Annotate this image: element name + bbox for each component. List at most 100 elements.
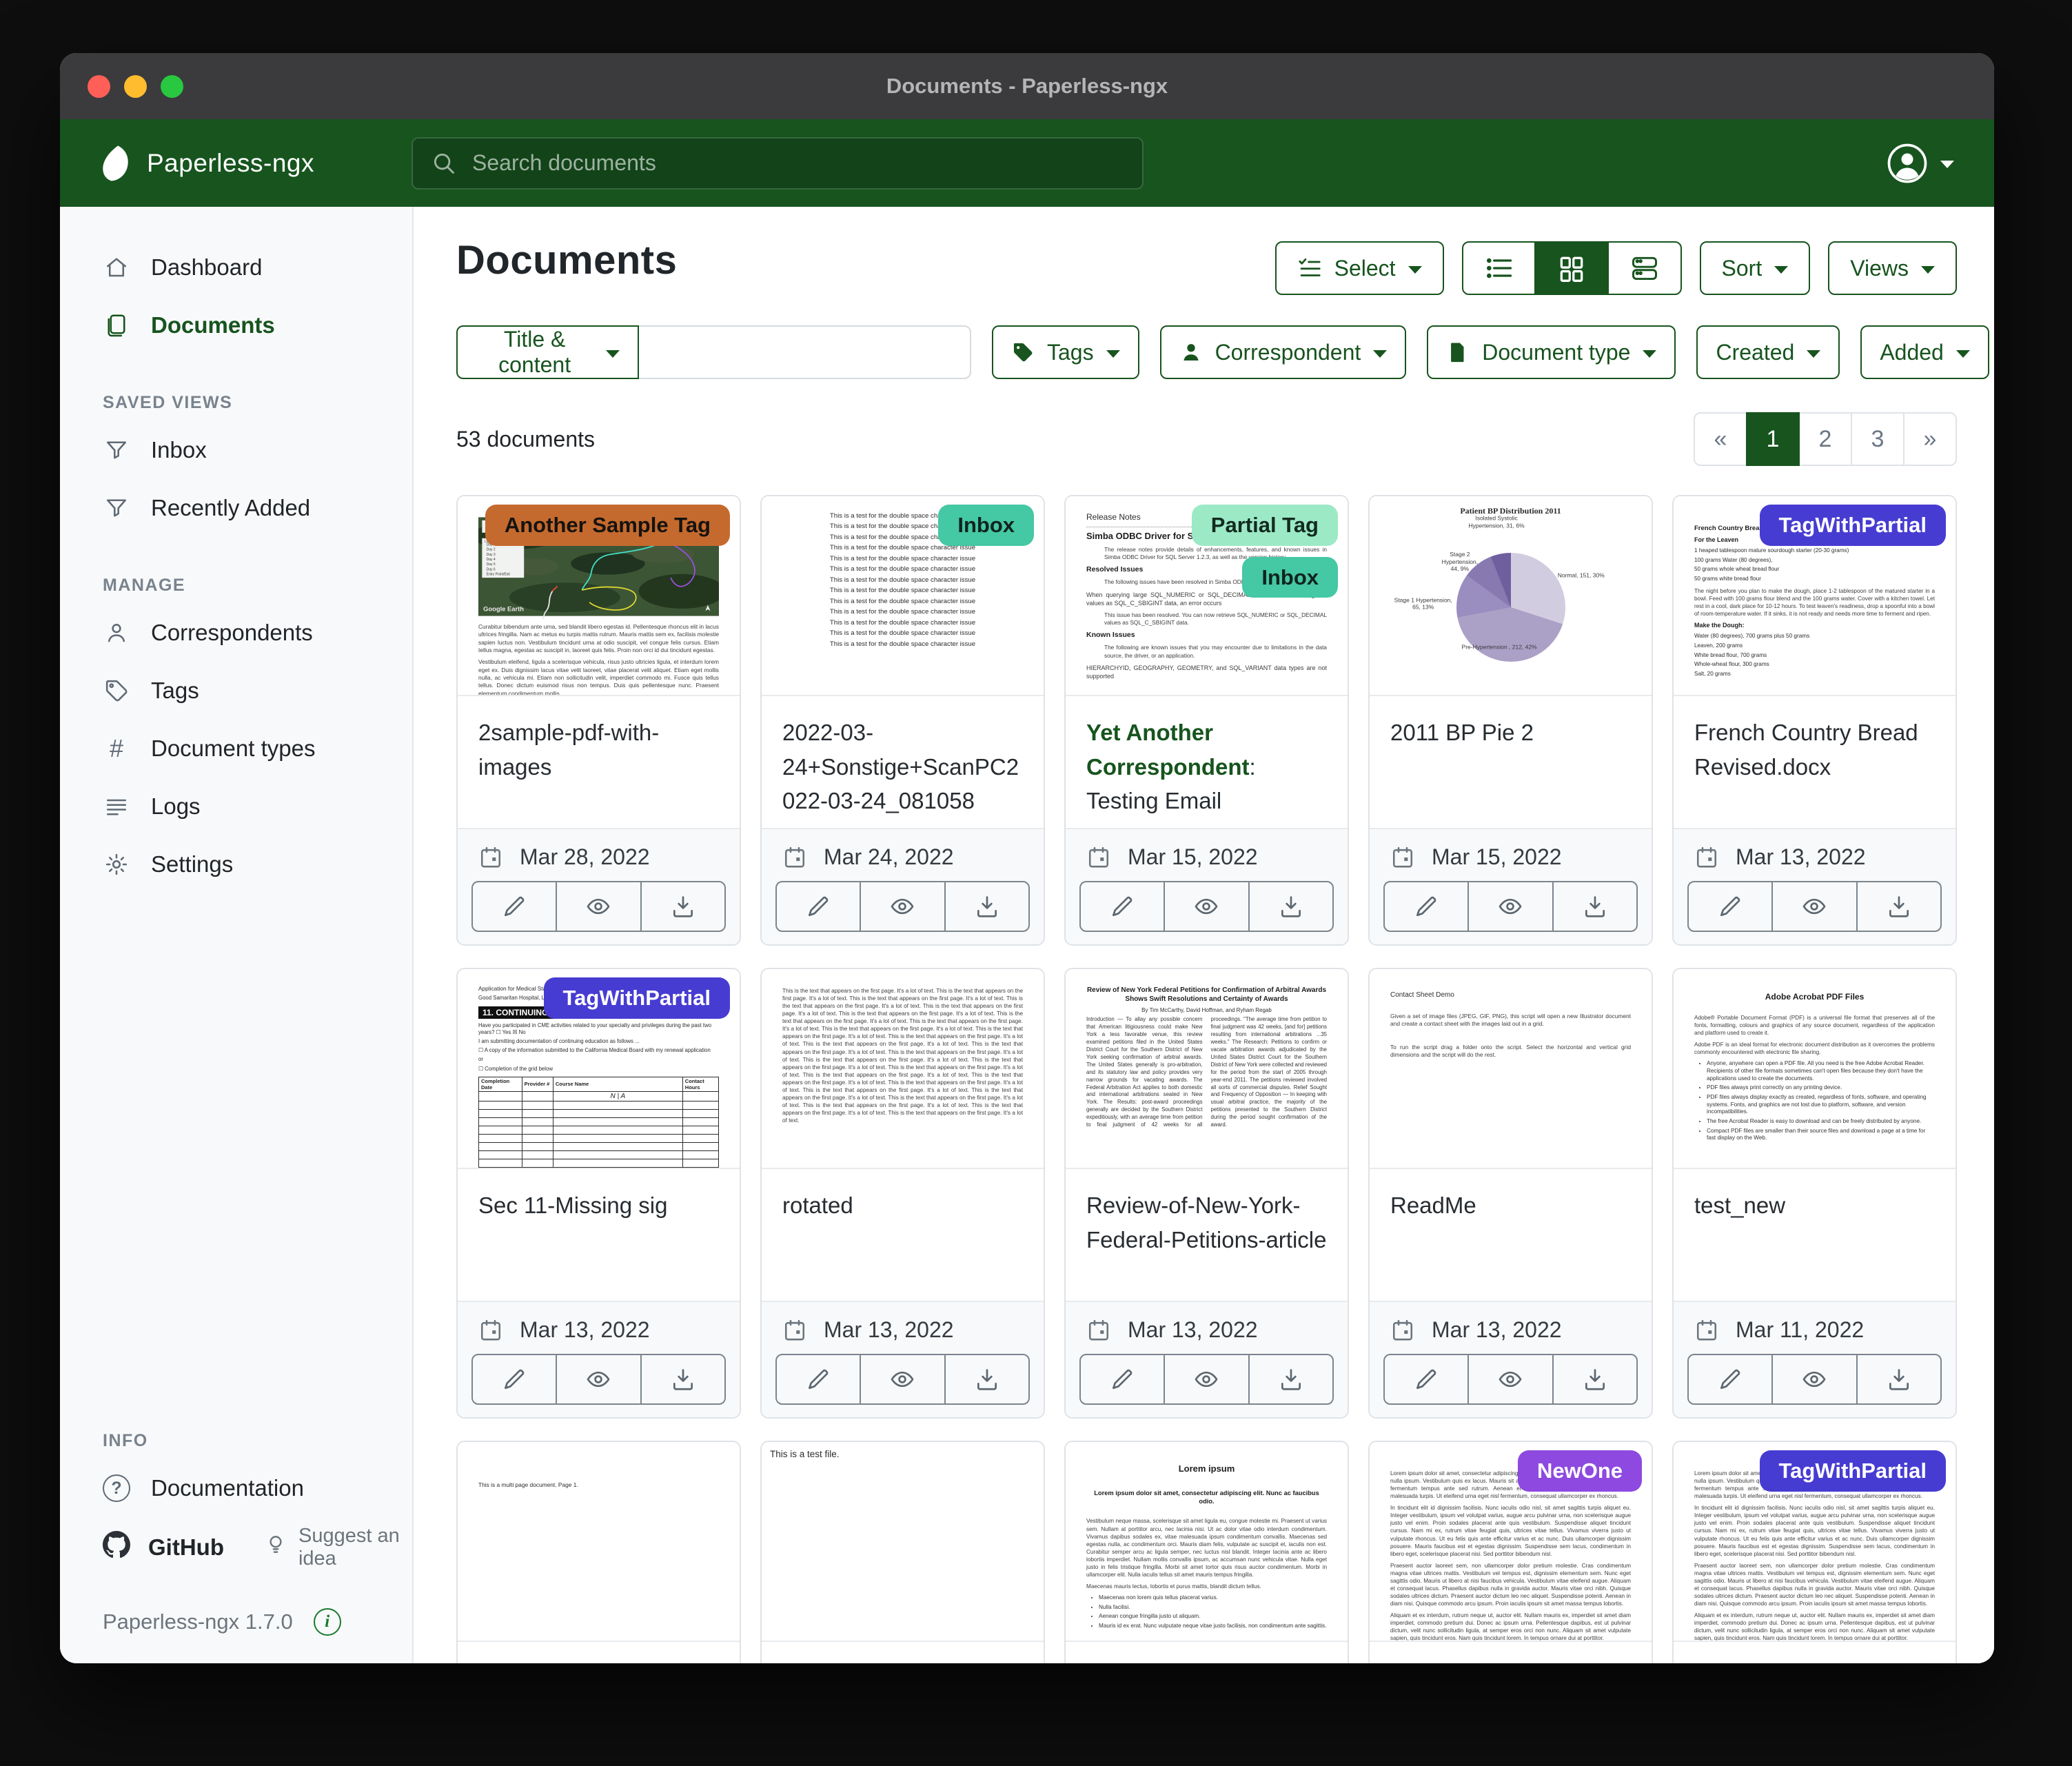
tags-filter-button[interactable]: Tags <box>992 325 1139 379</box>
view-document-button[interactable] <box>1771 1354 1857 1405</box>
download-document-button[interactable] <box>1856 1354 1942 1405</box>
tag-badge-inbox[interactable]: Inbox <box>938 505 1034 546</box>
document-thumbnail[interactable]: Contact Sheet DemoGiven a set of image f… <box>1370 969 1652 1169</box>
correspondent-filter-button[interactable]: Correspondent <box>1160 325 1407 379</box>
edit-document-button[interactable] <box>775 1354 861 1405</box>
sidebar-item-correspondents[interactable]: Correspondents <box>60 604 412 662</box>
view-document-button[interactable] <box>1164 1354 1249 1405</box>
document-title[interactable]: 2022-03-24+Sonstige+ScanPC2022-03-24_081… <box>762 696 1044 827</box>
close-window-button[interactable] <box>88 75 110 98</box>
document-title[interactable]: simple txt file <box>762 1642 1044 1663</box>
document-thumbnail[interactable]: This is a multi page document. Page 1. <box>458 1442 740 1642</box>
sidebar-item-tags[interactable]: Tags <box>60 662 412 720</box>
edit-document-button[interactable] <box>775 881 861 932</box>
tag-badge-tagwithpartial[interactable]: TagWithPartial <box>1760 505 1946 546</box>
suggest-idea-link[interactable]: Suggest an idea <box>264 1525 412 1570</box>
document-title[interactable]: file-sample_150kBs <box>1066 1642 1348 1663</box>
edit-document-button[interactable] <box>1687 1354 1773 1405</box>
sidebar-item-recently-added[interactable]: Recently Added <box>60 479 412 537</box>
pagination-page-3[interactable]: 3 <box>1851 412 1905 466</box>
document-thumbnail[interactable]: Patient BP Distribution 2011 Normal, 151… <box>1370 496 1652 696</box>
views-button[interactable]: Views <box>1828 241 1957 295</box>
search-input[interactable] <box>471 150 1124 176</box>
view-mode-cards-button[interactable] <box>1607 241 1682 295</box>
document-title[interactable]: French Country Bread Revised.docx <box>1674 696 1956 827</box>
sidebar-item-dashboard[interactable]: Dashboard <box>60 238 412 296</box>
tag-badge-inbox[interactable]: Inbox <box>1242 557 1338 598</box>
tag-badge-partial-tag[interactable]: Partial Tag <box>1192 505 1338 546</box>
user-menu[interactable] <box>1887 143 1954 184</box>
info-icon[interactable]: i <box>314 1608 341 1636</box>
sidebar-item-github[interactable]: GitHub <box>60 1517 224 1578</box>
document-thumbnail[interactable]: This is the text that appears on the fir… <box>762 969 1044 1169</box>
search-field-selector-button[interactable]: Title & content <box>456 325 639 379</box>
edit-document-button[interactable] <box>1079 881 1165 932</box>
pagination-page-1[interactable]: 1 <box>1746 412 1800 466</box>
download-document-button[interactable] <box>1856 881 1942 932</box>
document-type-filter-button[interactable]: Document type <box>1427 325 1676 379</box>
document-title[interactable]: 2011 BP Pie 2 <box>1370 696 1652 827</box>
document-title[interactable]: Review-of-New-York-Federal-Petitions-art… <box>1066 1169 1348 1300</box>
download-document-button[interactable] <box>640 1354 726 1405</box>
download-document-button[interactable] <box>944 881 1030 932</box>
view-document-button[interactable] <box>1467 881 1553 932</box>
download-document-button[interactable] <box>1248 1354 1334 1405</box>
document-thumbnail[interactable]: Review of New York Federal Petitions for… <box>1066 969 1348 1169</box>
view-document-button[interactable] <box>860 881 945 932</box>
document-thumbnail[interactable]: French Country BreadFor the Leaven1 heap… <box>1674 496 1956 696</box>
download-document-button[interactable] <box>1552 881 1638 932</box>
document-thumbnail[interactable]: Adobe Acrobat PDF FilesAdobe® Portable D… <box>1674 969 1956 1169</box>
document-thumbnail[interactable]: Lorem ipsum dolor sit amet, consectetur … <box>1370 1442 1652 1642</box>
document-thumbnail[interactable]: Release NotesSimba ODBC Driver for SQL S… <box>1066 496 1348 696</box>
view-mode-grid-button[interactable] <box>1534 241 1609 295</box>
view-document-button[interactable] <box>556 1354 641 1405</box>
tag-badge-another-sample-tag[interactable]: Another Sample Tag <box>485 505 730 546</box>
document-title[interactable]: sample-pdf-download-10-mb-longer-title <box>1674 1642 1956 1663</box>
document-correspondent[interactable]: Yet Another Correspondent <box>1086 720 1250 780</box>
sidebar-item-logs[interactable]: Logs <box>60 778 412 835</box>
document-thumbnail[interactable]: Lorem ipsumLorem ipsum dolor sit amet, c… <box>1066 1442 1348 1642</box>
document-thumbnail[interactable]: This is a test for the double space char… <box>762 496 1044 696</box>
edit-document-button[interactable] <box>471 881 557 932</box>
minimize-window-button[interactable] <box>124 75 147 98</box>
download-document-button[interactable] <box>640 881 726 932</box>
created-filter-button[interactable]: Created <box>1696 325 1840 379</box>
download-document-button[interactable] <box>1552 1354 1638 1405</box>
document-thumbnail[interactable]: Application for Medical Staff Membership… <box>458 969 740 1169</box>
pagination-page-2[interactable]: 2 <box>1798 412 1852 466</box>
tag-badge-tagwithpartial[interactable]: TagWithPartial <box>544 977 730 1019</box>
edit-document-button[interactable] <box>1383 1354 1469 1405</box>
view-document-button[interactable] <box>860 1354 945 1405</box>
document-title[interactable]: multi-page-mixedxx <box>458 1642 740 1663</box>
app-brand[interactable]: Paperless-ngx <box>100 145 412 182</box>
tag-badge-tagwithpartial[interactable]: TagWithPartial <box>1760 1450 1946 1492</box>
edit-document-button[interactable] <box>1079 1354 1165 1405</box>
document-title[interactable]: Yet Another Correspondent: Testing Email <box>1066 696 1348 827</box>
sidebar-item-document-types[interactable]: # Document types <box>60 720 412 778</box>
tag-badge-newone[interactable]: NewOne <box>1518 1450 1642 1492</box>
document-title[interactable]: 2sample-pdf-with-images <box>458 696 740 827</box>
document-title[interactable]: ReadMe <box>1370 1169 1652 1300</box>
view-mode-list-button[interactable] <box>1462 241 1536 295</box>
sidebar-item-inbox[interactable]: Inbox <box>60 421 412 479</box>
title-content-filter-input[interactable] <box>639 325 971 379</box>
document-title[interactable]: Newest Correspondent: f_combinado <box>1370 1642 1652 1663</box>
download-document-button[interactable] <box>1248 881 1334 932</box>
pagination-next-button[interactable]: » <box>1903 412 1957 466</box>
document-title[interactable]: test_new <box>1674 1169 1956 1300</box>
view-document-button[interactable] <box>1164 881 1249 932</box>
edit-document-button[interactable] <box>471 1354 557 1405</box>
document-thumbnail[interactable]: Lorem ipsum dolor sit amet, consectetur … <box>1674 1442 1956 1642</box>
global-search[interactable] <box>412 137 1144 190</box>
download-document-button[interactable] <box>944 1354 1030 1405</box>
document-thumbnail[interactable]: Boundary Waters Trip Legend Day 1Day 2Da… <box>458 496 740 696</box>
document-thumbnail[interactable]: This is a test file. <box>762 1442 1044 1642</box>
view-document-button[interactable] <box>1771 881 1857 932</box>
zoom-window-button[interactable] <box>161 75 183 98</box>
edit-document-button[interactable] <box>1687 881 1773 932</box>
sidebar-item-settings[interactable]: Settings <box>60 835 412 893</box>
added-filter-button[interactable]: Added <box>1860 325 1989 379</box>
sort-button[interactable]: Sort <box>1700 241 1811 295</box>
pagination-prev-button[interactable]: « <box>1694 412 1747 466</box>
sidebar-item-documents[interactable]: Documents <box>60 296 412 354</box>
